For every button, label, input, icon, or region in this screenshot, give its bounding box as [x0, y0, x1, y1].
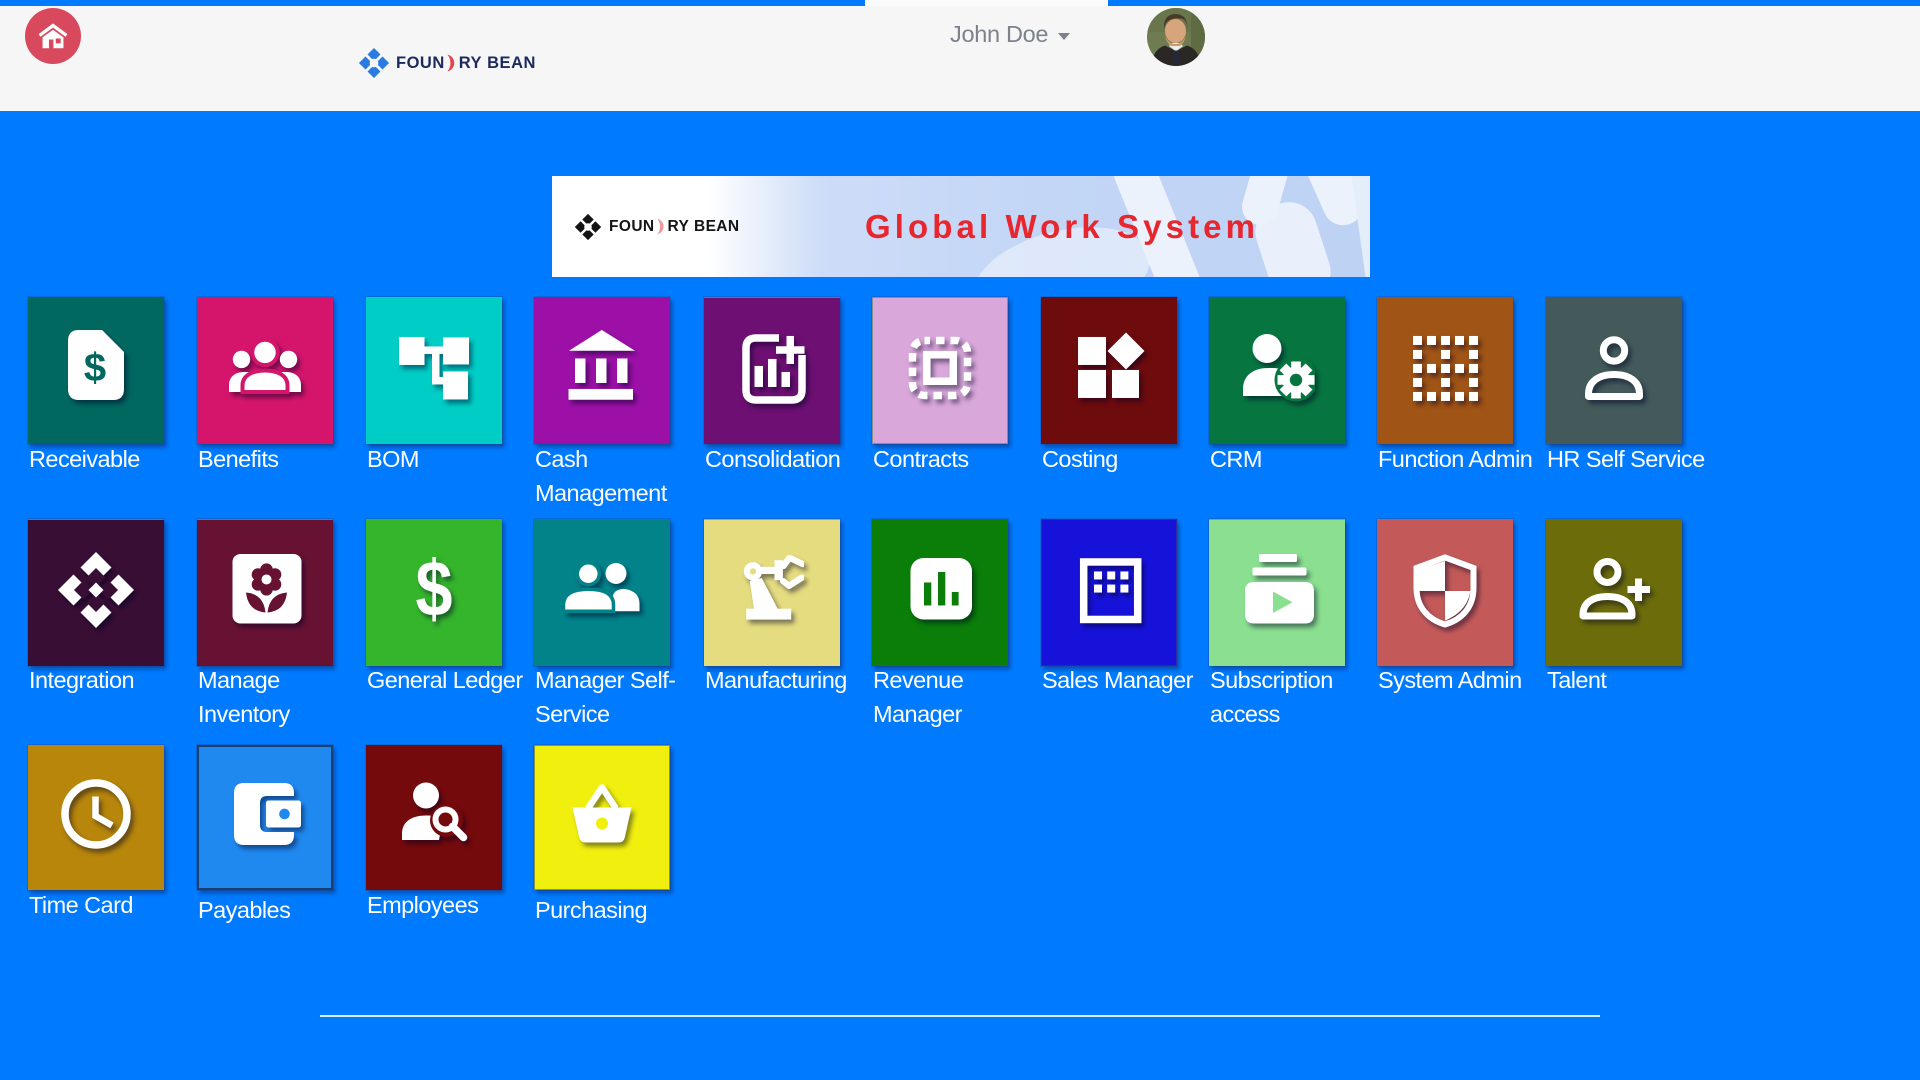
svg-text:$: $: [84, 345, 106, 389]
svg-text:$: $: [415, 551, 452, 627]
